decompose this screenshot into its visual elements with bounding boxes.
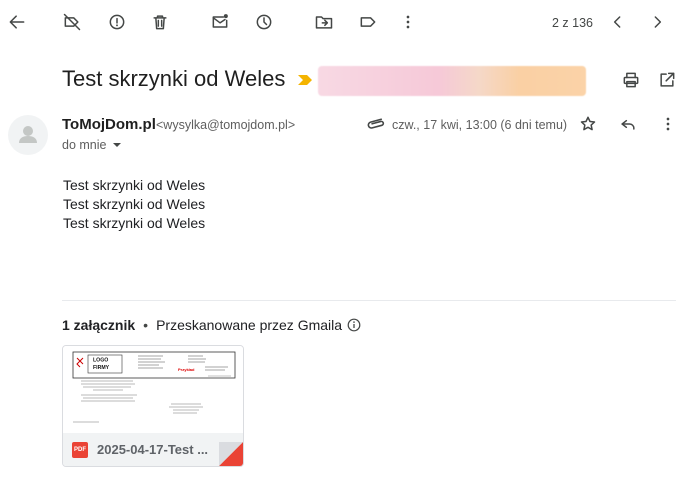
labels-button[interactable]	[352, 6, 384, 38]
previous-button[interactable]	[602, 6, 634, 38]
sender-email: <wysylka@tomojdom.pl>	[156, 118, 296, 132]
recipient-label: do mnie	[62, 138, 107, 152]
thumb-logo-line-2: FIRMY	[93, 365, 110, 371]
important-marker-icon[interactable]	[297, 73, 315, 87]
mark-unread-button[interactable]	[204, 6, 236, 38]
clock-icon	[256, 14, 272, 30]
delete-button[interactable]	[144, 6, 176, 38]
snooze-button[interactable]	[248, 6, 280, 38]
message-date: czw., 17 kwi, 13:00 (6 dni temu)	[392, 118, 568, 132]
print-icon	[623, 72, 639, 88]
reply-icon	[621, 119, 635, 130]
attachment-card[interactable]: LOGO FIRMY Przykład PDF 2025-04-17-Test …	[62, 345, 244, 467]
chevron-left-icon	[613, 16, 621, 28]
avatar[interactable]	[8, 115, 48, 155]
page-fold-icon	[219, 442, 243, 466]
divider	[62, 300, 676, 301]
mark-unread-icon	[212, 14, 228, 28]
not-spam-button[interactable]	[56, 6, 88, 38]
attachments-header: 1 załącznik • Przeskanowane przez Gmaila	[62, 317, 361, 333]
attachment-footer: PDF 2025-04-17-Test ...	[63, 433, 243, 466]
report-spam-button[interactable]	[101, 6, 133, 38]
move-to-button[interactable]	[308, 6, 340, 38]
star-icon	[580, 116, 596, 131]
more-vert-icon	[406, 15, 410, 29]
message-more-button[interactable]	[652, 108, 684, 140]
more-vert-icon	[666, 117, 670, 131]
more-button[interactable]	[392, 6, 424, 38]
thumb-stamp: Przykład	[178, 367, 195, 372]
arrow-back-icon	[9, 15, 25, 29]
body-line: Test skrzynki od Weles	[63, 177, 206, 193]
attachment-clip-icon	[365, 115, 385, 131]
move-to-folder-icon	[315, 16, 333, 29]
label-off-icon	[63, 13, 81, 31]
info-icon[interactable]	[347, 318, 361, 332]
attachment-thumbnail: LOGO FIRMY Przykład	[63, 346, 243, 433]
report-icon	[109, 14, 125, 30]
next-button[interactable]	[641, 6, 673, 38]
star-button[interactable]	[572, 108, 604, 140]
label-icon	[360, 17, 376, 27]
body-line: Test skrzynki od Weles	[63, 215, 206, 231]
attachment-name: 2025-04-17-Test ...	[97, 442, 209, 457]
pdf-icon: PDF	[72, 442, 88, 458]
back-button[interactable]	[1, 6, 33, 38]
body-line: Test skrzynki od Weles	[63, 196, 206, 212]
separator-dot: •	[143, 317, 149, 333]
open-in-new-icon	[660, 72, 675, 87]
chevron-right-icon	[654, 16, 662, 28]
sender-name[interactable]: ToMojDom.pl	[62, 116, 156, 133]
email-subject: Test skrzynki od Weles	[62, 66, 286, 91]
thumb-logo-line-1: LOGO	[93, 358, 108, 364]
open-new-window-button[interactable]	[651, 64, 683, 96]
recipient-toggle[interactable]: do mnie	[62, 138, 122, 152]
label-chip-redacted	[318, 66, 586, 96]
message-counter: 2 z 136	[552, 16, 594, 30]
person-icon	[19, 126, 37, 143]
caret-down-icon	[113, 143, 122, 147]
attachment-count: 1 załącznik	[62, 317, 136, 333]
print-button[interactable]	[615, 64, 647, 96]
scan-label: Przeskanowane przez Gmaila	[156, 317, 343, 333]
reply-button[interactable]	[612, 108, 644, 140]
trash-icon	[153, 15, 167, 30]
